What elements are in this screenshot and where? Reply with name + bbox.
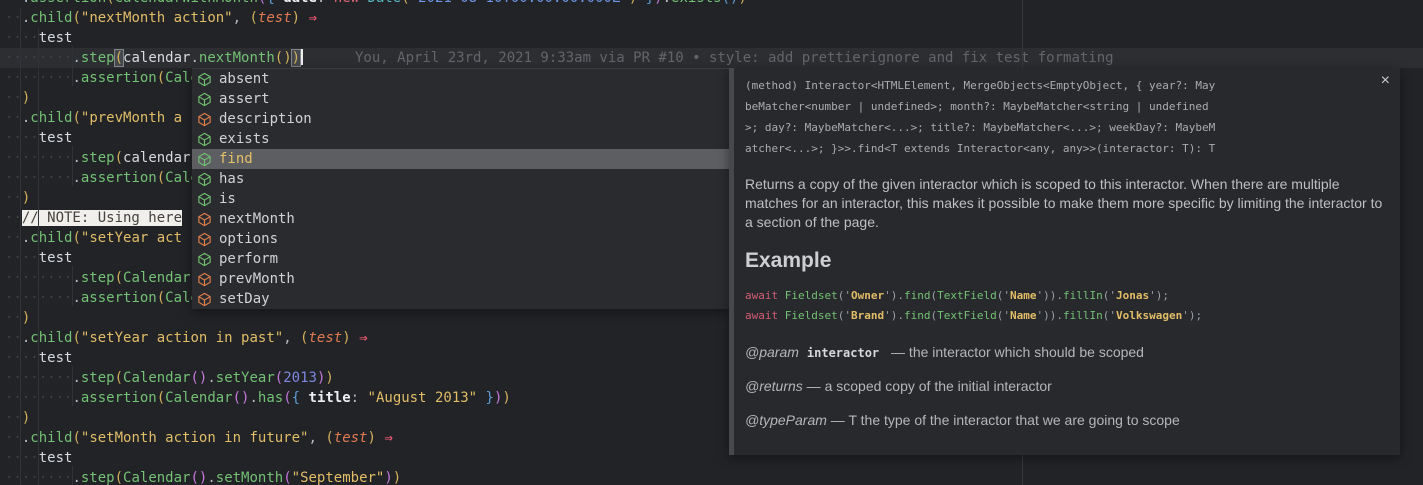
indent-guide [72,466,73,485]
suggestion-label: setDay [219,291,270,307]
text-cursor [301,49,303,65]
suggestion-item-exists[interactable]: exists [192,129,729,149]
suggestion-label: prevMonth [219,271,295,287]
close-icon[interactable]: × [1381,73,1390,89]
indent-guide [72,146,73,186]
jsdoc-tags: @paraminteractor — the interactor which … [745,344,1386,428]
method-description: Returns a copy of the given interactor w… [745,175,1393,232]
vscode-editor: ··.assertion(CalendarWithMonth({ date: n… [0,0,1423,485]
git-blame-annotation: You, April 23rd, 2021 9:33am via PR #10 … [355,48,1114,68]
suggestion-label: has [219,171,244,187]
indent-guide [72,266,73,306]
jsdoc-tag: @returns — a scoped copy of the initial … [745,378,1386,394]
indent-guide [72,366,73,406]
suggestion-label: absent [219,71,270,87]
code-line[interactable]: ··.child("nextMonth action", (test) ⇒ [0,8,1423,28]
suggestion-item-is[interactable]: is [192,189,729,209]
suggestion-label: is [219,191,236,207]
suggestion-label: assert [219,91,270,107]
suggestion-item-nextMonth[interactable]: nextMonth [192,209,729,229]
suggestion-label: find [219,151,253,167]
method-cube-icon [197,252,212,267]
indent-guide [20,8,21,485]
jsdoc-tag: @typeParam — T the type of the interacto… [745,412,1386,428]
suggestion-label: exists [219,131,270,147]
suggestion-item-assert[interactable]: assert [192,89,729,109]
indent-guide [38,28,39,485]
method-cube-icon [197,92,212,107]
code-line[interactable]: ····test [0,28,1423,48]
code-line[interactable]: ··.assertion(CalendarWithMonth({ date: n… [0,0,1423,8]
suggestion-label: perform [219,251,278,267]
example-code: await Fieldset('Owner').find(TextField('… [745,286,1386,326]
method-cube-icon [197,272,212,287]
method-cube-icon [197,152,212,167]
code-line[interactable]: ········.step(calendar.nextMonth())You, … [0,48,1423,68]
jsdoc-tag: @paraminteractor — the interactor which … [745,344,1386,360]
suggestion-label: options [219,231,278,247]
suggestion-item-perform[interactable]: perform [192,249,729,269]
method-cube-icon [197,292,212,307]
method-cube-icon [197,212,212,227]
suggestion-item-options[interactable]: options [192,229,729,249]
code-line[interactable]: ········.step(Calendar().setMonth("Septe… [0,468,1423,485]
suggestion-item-absent[interactable]: absent [192,69,729,89]
suggestion-item-setDay[interactable]: setDay [192,289,729,309]
suggestion-item-description[interactable]: description [192,109,729,129]
suggestion-item-prevMonth[interactable]: prevMonth [192,269,729,289]
method-cube-icon [197,72,212,87]
method-cube-icon [197,192,212,207]
indent-guide [72,46,73,86]
intellisense-suggest-list: absent assert description exists find has is ne… [192,68,729,309]
method-cube-icon [197,232,212,247]
example-heading: Example [745,249,1386,273]
suggestion-item-find[interactable]: find [192,149,729,169]
method-cube-icon [197,112,212,127]
method-signature: (method) Interactor<HTMLElement, MergeOb… [745,75,1386,159]
intellisense-docs-panel: × (method) Interactor<HTMLElement, Merge… [729,68,1400,455]
suggestion-label: description [219,111,312,127]
method-cube-icon [197,172,212,187]
method-cube-icon [197,132,212,147]
suggestion-item-has[interactable]: has [192,169,729,189]
suggestion-label: nextMonth [219,211,295,227]
